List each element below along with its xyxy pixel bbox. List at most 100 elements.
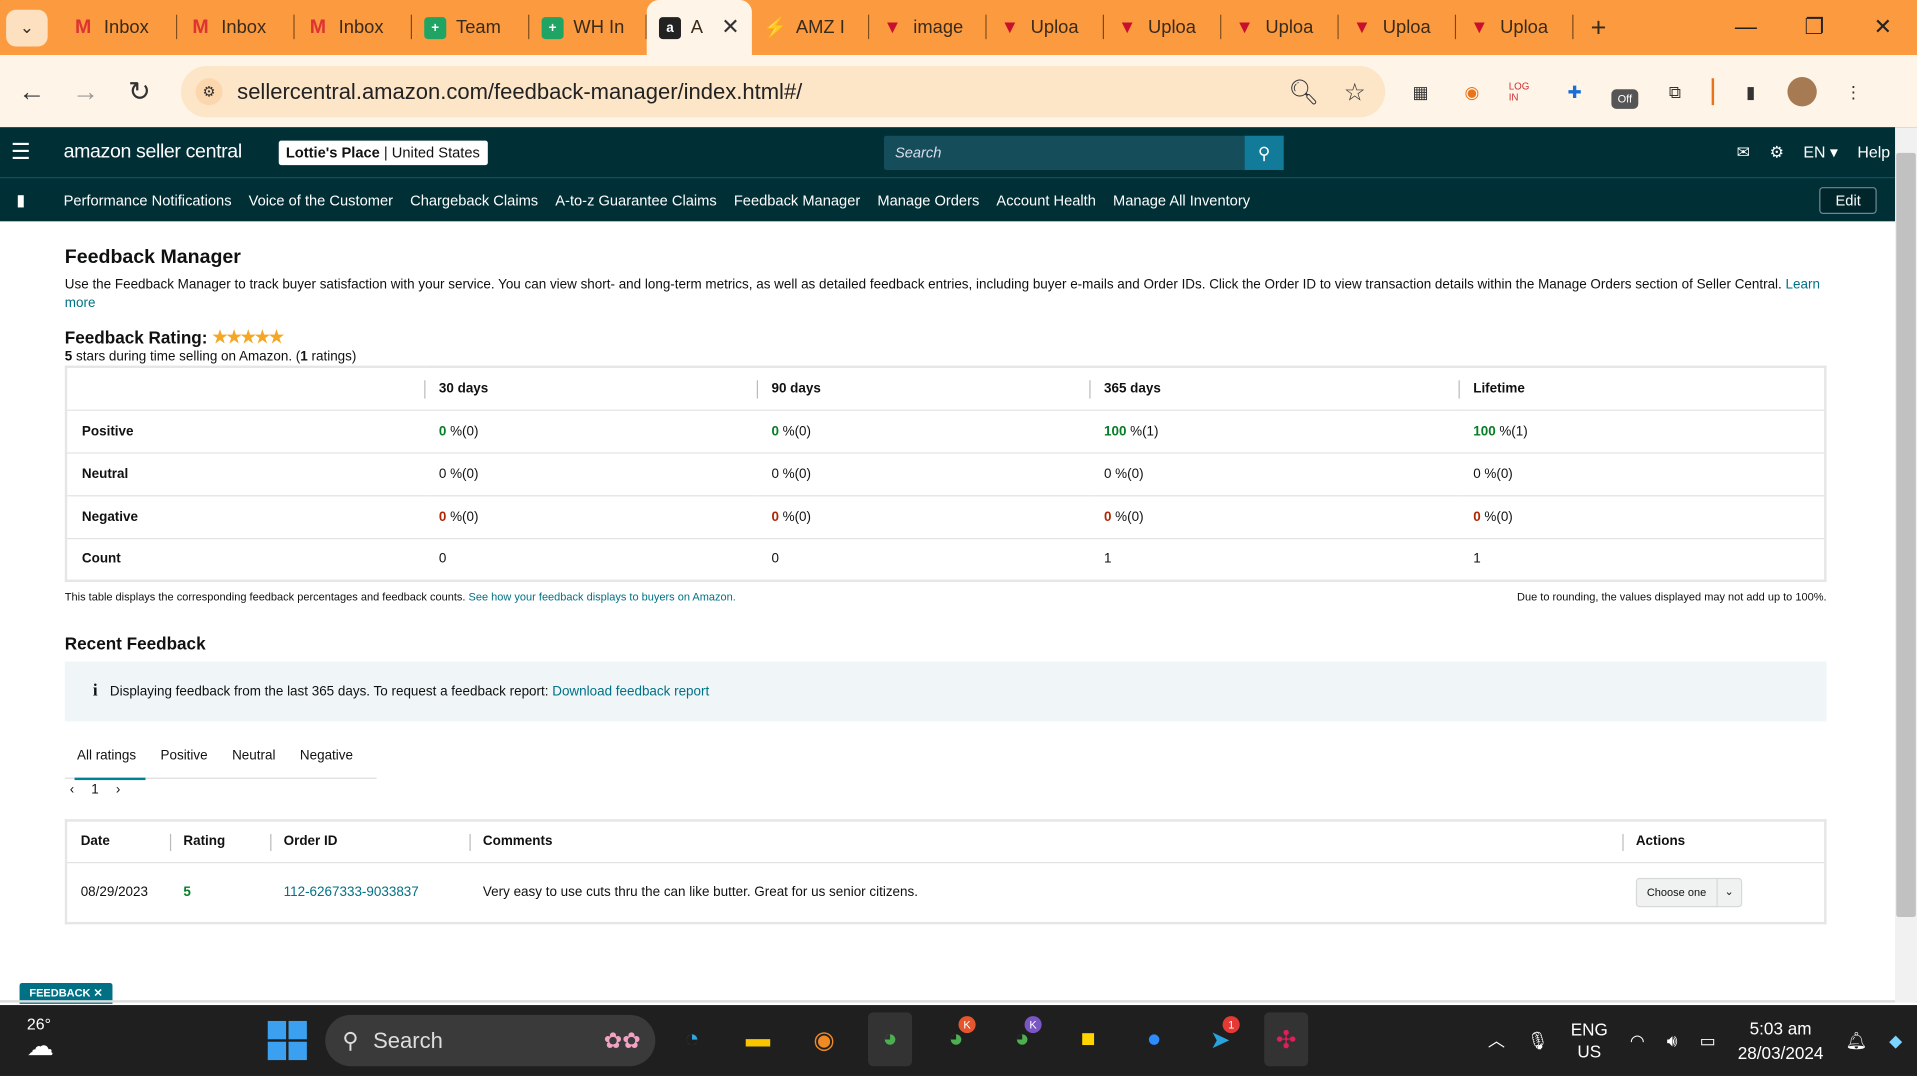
language-selector[interactable]: EN ▾	[1803, 142, 1837, 162]
chrome-profile-icon[interactable]: ◕ K	[934, 1012, 978, 1066]
browser-tab[interactable]: ▼ Uploa	[1104, 0, 1222, 55]
browser-tab[interactable]: ▼ image	[869, 0, 987, 55]
language-code: ENG	[1570, 1019, 1608, 1040]
show-hidden-icons-chevron-icon[interactable]: ︿	[1488, 1028, 1505, 1052]
nav-item[interactable]: Account Health	[996, 191, 1096, 208]
buyer-display-link[interactable]: See how your feedback displays to buyers…	[469, 591, 736, 603]
choose-action-dropdown[interactable]: Choose one ⌄	[1635, 877, 1743, 907]
extension-off-badge[interactable]: Off	[1611, 89, 1639, 109]
browser-tab[interactable]: ▼ Uploa	[1339, 0, 1457, 55]
search-icon: ⚲	[342, 1027, 359, 1053]
browser-tab[interactable]: M Inbox	[177, 0, 295, 55]
metric-cell: 0 %(0)	[424, 409, 757, 454]
help-link[interactable]: Help	[1857, 143, 1890, 161]
star-icon: ★	[268, 326, 284, 347]
chevron-down-icon[interactable]: ⌄	[1715, 878, 1741, 906]
extension-orange-icon[interactable]: ◉	[1457, 77, 1486, 106]
extensions-puzzle-icon[interactable]: ⧉	[1660, 77, 1689, 106]
brave-vpn-icon[interactable]: ◉	[802, 1012, 846, 1066]
metric-cell: 0 %(0)	[1458, 452, 1826, 496]
browser-tab[interactable]: M Inbox	[60, 0, 178, 55]
browser-tab[interactable]: ▼ Uploa	[987, 0, 1105, 55]
windows-start-icon[interactable]	[267, 1020, 307, 1061]
back-button[interactable]: ←	[5, 75, 59, 107]
store-selector[interactable]: Lottie's Place | United States	[278, 139, 488, 165]
login-extension-icon[interactable]: LOG IN	[1509, 77, 1538, 106]
extension-blue-icon[interactable]: ✚	[1560, 77, 1589, 106]
tab-search-button[interactable]: ⌄	[6, 9, 48, 46]
filter-tab[interactable]: Positive	[148, 736, 220, 779]
order-id-link[interactable]: 112-6267333-9033837	[284, 885, 419, 900]
address-bar[interactable]: ⚙ sellercentral.amazon.com/feedback-mana…	[180, 66, 1386, 118]
nav-item[interactable]: Manage Orders	[877, 191, 979, 208]
chrome-profile-icon[interactable]: ◕ K	[1000, 1012, 1044, 1066]
file-explorer-icon[interactable]: ▬	[736, 1012, 780, 1066]
next-page-chevron-icon[interactable]: ›	[116, 783, 120, 798]
minimize-button[interactable]: —	[1712, 15, 1780, 41]
volume-icon[interactable]: 🔊︎	[1667, 1030, 1678, 1051]
chrome-icon[interactable]: ◕	[868, 1012, 913, 1067]
filter-tab[interactable]: Neutral	[220, 736, 288, 779]
restore-button[interactable]: ❐	[1780, 15, 1848, 41]
current-page-number[interactable]: 1	[91, 783, 98, 798]
nav-item[interactable]: A-to-z Guarantee Claims	[555, 191, 716, 208]
filter-tab[interactable]: Negative	[288, 736, 366, 779]
browser-tab[interactable]: + Team	[412, 0, 530, 55]
wifi-icon[interactable]: ◠	[1630, 1030, 1645, 1051]
profile-avatar[interactable]	[1787, 77, 1817, 107]
telegram-icon[interactable]: ➤ 1	[1198, 1012, 1242, 1066]
table-note: This table displays the corresponding fe…	[65, 591, 736, 603]
row-label: Positive	[66, 409, 425, 454]
reload-button[interactable]: ↻	[112, 75, 166, 107]
metric-value: 0	[771, 466, 779, 482]
weather-widget[interactable]: 26° ☁	[27, 1015, 54, 1063]
nav-item[interactable]: Chargeback Claims	[410, 191, 538, 208]
amazon-seller-central-logo[interactable]: amazon seller central	[64, 141, 243, 163]
close-tab-icon[interactable]: ✕	[721, 15, 739, 41]
bookmark-icon[interactable]: ▮	[0, 190, 42, 210]
filter-tab[interactable]: All ratings	[65, 736, 148, 781]
settings-gear-icon[interactable]: ⚙	[1770, 142, 1784, 162]
zoom-app-icon[interactable]: ●	[1132, 1012, 1176, 1066]
browser-menu-icon[interactable]: ⋮	[1839, 77, 1868, 106]
search-button[interactable]: ⚲	[1244, 135, 1284, 170]
close-window-button[interactable]: ✕	[1849, 15, 1917, 41]
notifications-bell-icon[interactable]: 🔔︎	[1845, 1030, 1867, 1051]
hamburger-menu-icon[interactable]: ☰	[0, 139, 42, 165]
nav-item[interactable]: Manage All Inventory	[1113, 191, 1250, 208]
rating-summary-suffix: ratings)	[307, 349, 357, 365]
slack-icon[interactable]: ✣	[1264, 1012, 1309, 1067]
input-language[interactable]: ENG US	[1571, 1019, 1608, 1063]
browser-tab[interactable]: a A ✕	[646, 0, 752, 56]
seller-search-input[interactable]: Search	[883, 135, 1245, 170]
zoom-icon[interactable]: 🔍︎	[1288, 76, 1319, 107]
microphone-icon[interactable]: 🎙︎	[1527, 1030, 1549, 1051]
download-feedback-report-link[interactable]: Download feedback report	[552, 684, 709, 699]
bookmark-star-icon[interactable]: ☆	[1344, 76, 1366, 107]
nav-item[interactable]: Voice of the Customer	[249, 191, 393, 208]
battery-icon[interactable]: ▭	[1700, 1030, 1716, 1051]
browser-tab[interactable]: M Inbox	[295, 0, 413, 55]
qr-code-extension-icon[interactable]: ▦	[1406, 77, 1435, 106]
metric-count: %(0)	[782, 509, 812, 524]
nav-item[interactable]: Feedback Manager	[734, 191, 860, 208]
site-info-icon[interactable]: ⚙	[195, 78, 223, 106]
browser-tab[interactable]: ▼ Uploa	[1456, 0, 1574, 55]
clock[interactable]: 5:03 am 28/03/2024	[1738, 1016, 1824, 1065]
metric-cell: 100 %(1)	[1089, 409, 1459, 454]
edit-nav-button[interactable]: Edit	[1819, 187, 1877, 214]
forward-button[interactable]: →	[59, 75, 113, 107]
side-panel-icon[interactable]: ▮	[1736, 77, 1765, 106]
browser-tab[interactable]: ▼ Uploa	[1221, 0, 1339, 55]
mail-icon[interactable]: ✉	[1737, 142, 1750, 162]
edge-browser-icon[interactable]: ◔	[670, 1012, 714, 1066]
browser-tab[interactable]: + WH In	[529, 0, 647, 55]
nav-item[interactable]: Performance Notifications	[64, 191, 232, 208]
browser-tab[interactable]: ⚡ AMZ I	[752, 0, 870, 55]
taskbar-search-box[interactable]: ⚲ Search ✿✿	[325, 1014, 656, 1067]
copilot-icon[interactable]: ◆	[1889, 1030, 1902, 1051]
sticky-notes-icon[interactable]: ■	[1066, 1012, 1110, 1066]
new-tab-button[interactable]: +	[1591, 12, 1607, 44]
scrollbar-thumb[interactable]	[1896, 152, 1916, 918]
prev-page-chevron-icon[interactable]: ‹	[70, 783, 74, 798]
